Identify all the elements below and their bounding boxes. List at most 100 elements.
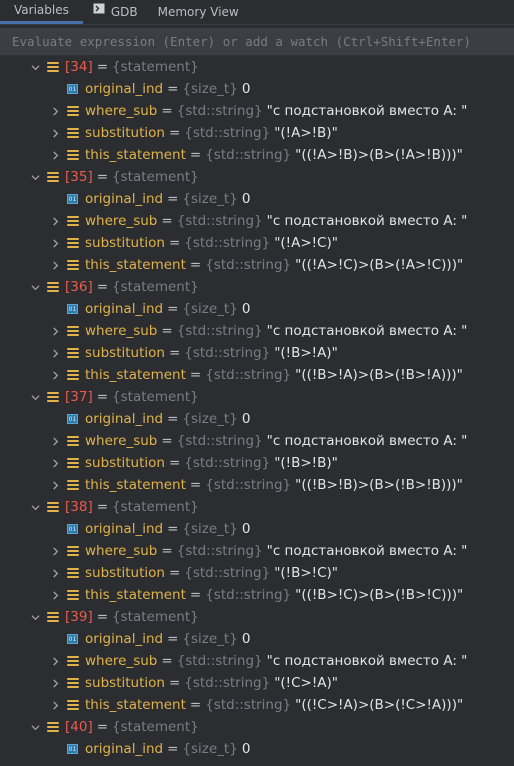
tree-node-substitution[interactable]: substitution = {std::string} "(!B>!C)" — [0, 562, 514, 584]
tree-node-where-sub[interactable]: where_sub = {std::string} "с подстановкой в… — [0, 430, 514, 452]
tree-node-original-ind[interactable]: 01 original_ind = {size_t} 0 — [0, 188, 514, 210]
variable-value: "((!B>!B)>(B>(!B>!B)))" — [295, 477, 463, 493]
field-icon — [67, 326, 79, 336]
variable-value: 0 — [241, 411, 251, 427]
evaluate-expression-input[interactable] — [12, 34, 514, 49]
tree-node-where-sub[interactable]: where_sub = {std::string} "с подстановкой в… — [0, 320, 514, 342]
tree-node-statement[interactable]: [38] = {statement} — [0, 496, 514, 518]
tree-node-where-sub[interactable]: where_sub = {std::string} "с подстановкой в… — [0, 210, 514, 232]
field-icon — [67, 700, 79, 710]
variable-value: "с подстановкой вместо A: " — [266, 433, 468, 449]
chevron-right-icon[interactable] — [48, 676, 62, 690]
variable-name: where_sub — [85, 653, 158, 669]
chevron-right-icon[interactable] — [48, 478, 62, 492]
variable-name: this_statement — [85, 477, 186, 493]
tree-node-original-ind[interactable]: 01 original_ind = {size_t} 0 — [0, 78, 514, 100]
tree-node-this-statement[interactable]: this_statement = {std::string} "((!A>!B)>(B… — [0, 144, 514, 166]
tree-node-statement[interactable]: [39] = {statement} — [0, 606, 514, 628]
variable-value: 0 — [241, 81, 251, 97]
tree-node-original-ind[interactable]: 01 original_ind = {size_t} 0 — [0, 298, 514, 320]
tree-node-statement[interactable]: [40] = {statement} — [0, 716, 514, 738]
variable-name: original_ind — [85, 631, 164, 647]
tree-node-this-statement[interactable]: this_statement = {std::string} "((!B>!B)>(B… — [0, 474, 514, 496]
chevron-down-icon[interactable] — [28, 390, 42, 404]
chevron-right-icon[interactable] — [48, 258, 62, 272]
tree-node-this-statement[interactable]: this_statement = {std::string} "((!B>!C)>(B… — [0, 584, 514, 606]
tab-variables[interactable]: Variables — [0, 0, 83, 24]
variable-name: this_statement — [85, 697, 186, 713]
field-icon — [67, 568, 79, 578]
type-label: {statement} — [112, 59, 199, 75]
chevron-right-icon[interactable] — [48, 126, 62, 140]
chevron-right-icon[interactable] — [48, 104, 62, 118]
tree-node-original-ind[interactable]: 01 original_ind = {size_t} 0 — [0, 628, 514, 650]
variable-name: this_statement — [85, 257, 186, 273]
type-label: {std::string} — [205, 257, 292, 273]
tree-node-original-ind[interactable]: 01 original_ind = {size_t} 0 — [0, 738, 514, 760]
chevron-down-icon[interactable] — [28, 170, 42, 184]
chevron-down-icon[interactable] — [28, 720, 42, 734]
chevron-right-icon[interactable] — [48, 236, 62, 250]
tree-node-statement[interactable]: [35] = {statement} — [0, 166, 514, 188]
field-icon — [67, 348, 79, 358]
chevron-right-icon[interactable] — [48, 654, 62, 668]
chevron-right-icon[interactable] — [48, 346, 62, 360]
tree-node-this-statement[interactable]: this_statement = {std::string} "((!C>!A)>(B… — [0, 694, 514, 716]
type-label: {std::string} — [176, 433, 263, 449]
variable-name: where_sub — [85, 323, 158, 339]
equals-sign: = — [167, 521, 179, 537]
chevron-right-icon[interactable] — [48, 456, 62, 470]
chevron-down-icon[interactable] — [28, 280, 42, 294]
tree-node-where-sub[interactable]: where_sub = {std::string} "с подстановкой в… — [0, 100, 514, 122]
variable-name: this_statement — [85, 147, 186, 163]
variable-name: original_ind — [85, 81, 164, 97]
chevron-right-icon[interactable] — [48, 434, 62, 448]
variable-value: "(!B>!A)" — [274, 345, 338, 361]
chevron-right-icon[interactable] — [48, 544, 62, 558]
type-label: {std::string} — [205, 587, 292, 603]
tree-node-original-ind[interactable]: 01 original_ind = {size_t} 0 — [0, 408, 514, 430]
tree-node-statement[interactable]: [37] = {statement} — [0, 386, 514, 408]
tree-node-this-statement[interactable]: this_statement = {std::string} "((!B>!A)>(B… — [0, 364, 514, 386]
chevron-right-icon[interactable] — [48, 214, 62, 228]
type-label: {statement} — [112, 499, 199, 515]
tree-node-statement[interactable]: [36] = {statement} — [0, 276, 514, 298]
tree-node-substitution[interactable]: substitution = {std::string} "(!B>!A)" — [0, 342, 514, 364]
tree-node-statement[interactable]: [34] = {statement} — [0, 56, 514, 78]
field-icon — [67, 150, 79, 160]
tree-node-substitution[interactable]: substitution = {std::string} "(!A>!B)" — [0, 122, 514, 144]
chevron-down-icon[interactable] — [28, 500, 42, 514]
chevron-right-icon[interactable] — [48, 368, 62, 382]
tree-node-where-sub[interactable]: where_sub = {std::string} "с подстановкой в… — [0, 540, 514, 562]
tree-node-substitution[interactable]: substitution = {std::string} "(!A>!C)" — [0, 232, 514, 254]
variables-tree: [34] = {statement} 01 original_ind = {size_t} 0… — [0, 56, 514, 760]
chevron-down-icon[interactable] — [28, 60, 42, 74]
equals-sign: = — [167, 411, 179, 427]
tree-node-original-ind[interactable]: 01 original_ind = {size_t} 0 — [0, 518, 514, 540]
type-label: {std::string} — [176, 653, 263, 669]
type-label: {std::string} — [176, 543, 263, 559]
equals-sign: = — [167, 301, 179, 317]
variable-value: "с подстановкой вместо A: " — [266, 653, 468, 669]
primitive-value-icon: 01 — [67, 194, 78, 204]
field-icon — [67, 128, 79, 138]
tree-node-substitution[interactable]: substitution = {std::string} "(!B>!B)" — [0, 452, 514, 474]
tab-gdb[interactable]: GDB — [83, 0, 148, 24]
variable-name: substitution — [85, 675, 165, 691]
chevron-right-icon[interactable] — [48, 148, 62, 162]
equals-sign: = — [189, 697, 202, 713]
chevron-right-icon[interactable] — [48, 324, 62, 338]
variable-value: 0 — [241, 521, 251, 537]
tab-memory-view[interactable]: Memory View — [148, 0, 249, 24]
chevron-right-icon[interactable] — [48, 566, 62, 580]
chevron-right-icon[interactable] — [48, 698, 62, 712]
type-label: {std::string} — [176, 213, 263, 229]
chevron-down-icon[interactable] — [28, 610, 42, 624]
tree-node-where-sub[interactable]: where_sub = {std::string} "с подстановкой в… — [0, 650, 514, 672]
equals-sign: = — [161, 653, 173, 669]
equals-sign: = — [168, 455, 181, 471]
chevron-right-icon[interactable] — [48, 588, 62, 602]
variable-value: "(!A>!B)" — [274, 125, 338, 141]
tree-node-substitution[interactable]: substitution = {std::string} "(!C>!A)" — [0, 672, 514, 694]
tree-node-this-statement[interactable]: this_statement = {std::string} "((!A>!C)>(B… — [0, 254, 514, 276]
